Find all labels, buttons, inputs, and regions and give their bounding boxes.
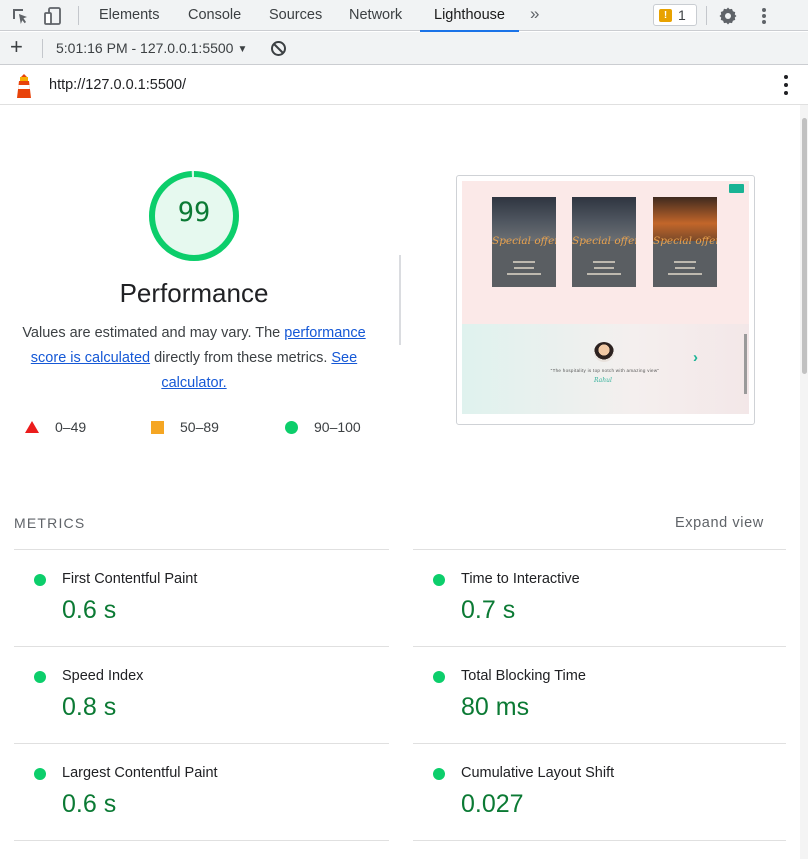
metric-largest-contentful-paint: Largest Contentful Paint 0.6 s [14,744,384,840]
legend-item-fail: 0–49 [25,419,86,435]
final-screenshot: Special offers Special offers Special of… [462,181,749,414]
performance-description: Values are estimated and may vary. The p… [14,321,374,396]
scrollbar-thumb[interactable] [802,118,807,374]
issues-count: 1 [678,7,686,23]
tab-network[interactable]: Network [349,0,402,31]
metric-value: 0.027 [461,790,524,818]
description-text-2: directly from these metrics. [150,350,332,366]
performance-title: Performance [119,278,269,308]
metric-cumulative-layout-shift: Cumulative Layout Shift 0.027 [413,744,783,840]
pass-circle-icon [34,574,46,586]
device-toolbar-icon[interactable] [42,5,64,27]
pass-circle-icon [34,768,46,780]
lighthouse-logo-icon [14,74,34,98]
legend-label: 0–49 [55,419,87,435]
report-selector-label: 5:01:16 PM - 127.0.0.1:5500 [56,40,234,56]
tab-lighthouse[interactable]: Lighthouse [420,0,519,32]
pass-circle-icon [34,671,46,683]
metrics-heading: METRICS [14,515,86,531]
block-icon[interactable] [270,40,287,57]
offer-title: Special offers [572,235,636,247]
metric-value: 0.7 s [461,596,516,624]
square-icon [151,420,164,434]
metric-value: 0.6 s [62,596,117,624]
metric-name: Total Blocking Time [461,668,586,684]
report-selector[interactable]: 5:01:16 PM - 127.0.0.1:5500 ▼ [56,40,247,56]
metric-value: 0.6 s [62,790,117,818]
lighthouse-toolbar: + 5:01:16 PM - 127.0.0.1:5500 ▼ [0,32,808,65]
performance-score: 99 [177,197,211,228]
menu-badge-icon [729,184,744,193]
summary-divider [399,255,401,345]
legend-label: 90–100 [314,419,361,435]
offer-title: Special offers [653,235,717,247]
metric-first-contentful-paint: First Contentful Paint 0.6 s [14,550,384,646]
description-text-1: Values are estimated and may vary. The [22,325,285,341]
metric-name: First Contentful Paint [62,571,198,587]
pass-circle-icon [433,574,445,586]
chevron-right-icon: › [693,349,698,366]
testimonial-section: "The hospitality is top notch with amazi… [462,324,749,414]
testimonial-quote: "The hospitality is top notch with amazi… [550,368,660,373]
inspect-element-icon[interactable] [9,5,31,27]
issues-button[interactable]: ! 1 [653,4,697,26]
metric-name: Time to Interactive [461,571,580,587]
report-menu-icon[interactable] [783,75,789,97]
tab-elements[interactable]: Elements [99,0,159,31]
report-url: http://127.0.0.1:5500/ [49,77,187,93]
metric-name: Largest Contentful Paint [62,765,218,781]
expand-view-toggle[interactable]: Expand view [675,515,764,531]
metric-total-blocking-time: Total Blocking Time 80 ms [413,647,783,743]
offer-card: Special offers [492,197,556,287]
plus-icon[interactable]: + [10,36,23,58]
triangle-icon [25,421,39,433]
metric-value: 0.8 s [62,693,117,721]
offer-card: Special offers [572,197,636,287]
metric-speed-index: Speed Index 0.8 s [14,647,384,743]
metric-value: 80 ms [461,693,530,721]
tab-console[interactable]: Console [188,0,241,31]
caret-down-icon: ▼ [237,44,248,55]
legend-item-pass: 90–100 [285,419,361,435]
offer-card: Special offers [653,197,717,287]
gear-icon[interactable] [717,5,739,27]
avatar [594,342,614,362]
tab-sources[interactable]: Sources [269,0,322,31]
metric-name: Cumulative Layout Shift [461,765,615,781]
issue-warning-icon: ! [659,8,672,22]
kebab-menu-icon[interactable] [753,5,775,27]
report-url-bar: http://127.0.0.1:5500/ [0,66,808,105]
devtools-tab-bar: Elements Console Sources Network Lightho… [0,0,808,32]
pass-circle-icon [433,768,445,780]
circle-icon [285,420,298,434]
pass-circle-icon [433,671,445,683]
metric-time-to-interactive: Time to Interactive 0.7 s [413,550,783,646]
legend-label: 50–89 [180,419,219,435]
testimonial-author: Rahul [594,377,612,384]
offer-title: Special offers [492,235,556,247]
legend-item-average: 50–89 [151,419,219,435]
double-chevron-right-icon[interactable]: » [530,4,539,24]
metric-name: Speed Index [62,668,144,684]
